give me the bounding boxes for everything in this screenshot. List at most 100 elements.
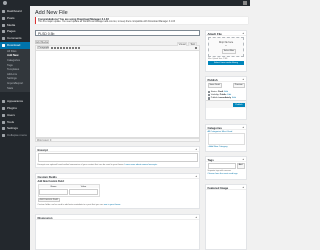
file-drop-zone[interactable]: Drop file here or Select Files bbox=[208, 37, 244, 57]
bold-icon[interactable] bbox=[51, 47, 53, 49]
edit-status-link[interactable]: Edit bbox=[224, 91, 228, 93]
key-icon bbox=[207, 90, 210, 93]
menu-appearance[interactable]: Appearance bbox=[0, 98, 30, 105]
toggle-arrow-icon[interactable]: ▲ bbox=[242, 78, 244, 81]
toggle-arrow-icon[interactable]: ▲ bbox=[195, 216, 197, 219]
column-header-name: Name bbox=[50, 185, 57, 188]
custom-fields-table: Name Value bbox=[37, 184, 100, 197]
attach-file-box: Attach File ▲ Drop file here or Select Fi… bbox=[205, 30, 247, 72]
edit-date-link[interactable]: Edit bbox=[232, 97, 236, 99]
excerpt-box: Excerpt ▲ Excerpts are optional hand-craf… bbox=[35, 146, 200, 168]
toggle-arrow-icon[interactable]: ▲ bbox=[242, 186, 244, 189]
toolbar-toggle-icon[interactable] bbox=[78, 47, 80, 49]
custom-field-value-input[interactable] bbox=[68, 188, 98, 195]
menu-media[interactable]: Media bbox=[0, 22, 30, 29]
custom-fields-box: Custom Fields ▲ Add New Custom Field: Nam… bbox=[35, 173, 200, 209]
custom-fields-link[interactable]: use in your theme. bbox=[104, 204, 121, 206]
toggle-arrow-icon[interactable]: ▲ bbox=[242, 32, 244, 35]
page-icon bbox=[2, 30, 5, 34]
discussion-heading[interactable]: Discussion ▲ bbox=[36, 215, 199, 220]
download-icon bbox=[2, 43, 5, 47]
tags-heading[interactable]: Tags ▲ bbox=[206, 157, 246, 162]
admin-notice: Congratulations! You are using Download … bbox=[35, 17, 248, 24]
excerpt-textarea[interactable] bbox=[37, 153, 198, 162]
select-files-button[interactable]: Select Files bbox=[222, 48, 236, 54]
link-icon[interactable] bbox=[75, 47, 77, 49]
excerpt-heading[interactable]: Excerpt ▲ bbox=[36, 147, 199, 152]
align-left-icon[interactable] bbox=[66, 47, 68, 49]
categories-heading[interactable]: Categories ▲ bbox=[206, 125, 246, 130]
tags-input[interactable] bbox=[207, 163, 236, 169]
menu-pages[interactable]: Pages bbox=[0, 28, 30, 35]
bullet-list-icon[interactable] bbox=[57, 47, 59, 49]
main-content: Add New File Congratulations! You are us… bbox=[30, 6, 250, 250]
toggle-arrow-icon[interactable]: ▲ bbox=[195, 148, 197, 151]
menu-collapse[interactable]: Collapse menu bbox=[0, 132, 30, 139]
content-editor[interactable]: Visual Text Paragraph bbox=[35, 42, 200, 138]
editor-status-bar: Word count: 0 bbox=[35, 138, 200, 142]
quote-icon[interactable] bbox=[63, 47, 65, 49]
menu-plugins[interactable]: Plugins bbox=[0, 105, 30, 112]
or-text: or bbox=[225, 45, 227, 47]
excerpt-description: Excerpts are optional hand-crafted summa… bbox=[37, 163, 158, 166]
add-new-category-link[interactable]: + Add New Category bbox=[206, 145, 246, 149]
add-custom-field-button[interactable]: Add Custom Field bbox=[37, 197, 60, 203]
preview-button[interactable]: Preview bbox=[232, 83, 245, 88]
tab-all-categories[interactable]: All Categories bbox=[208, 131, 222, 133]
collapse-icon bbox=[2, 134, 5, 138]
settings-icon bbox=[2, 127, 5, 131]
wordpress-logo-icon[interactable] bbox=[3, 1, 7, 5]
users-icon bbox=[2, 113, 5, 117]
attach-file-heading[interactable]: Attach File ▲ bbox=[206, 31, 246, 36]
plugin-icon bbox=[2, 106, 5, 110]
tags-box: Tags ▲ Add Separate tags with commas Choo… bbox=[205, 156, 247, 180]
max-upload-size: Max. Upload Size: 2 MB bbox=[208, 58, 228, 60]
align-right-icon[interactable] bbox=[72, 47, 74, 49]
menu-dashboard[interactable]: Dashboard bbox=[0, 8, 30, 15]
discussion-box: Discussion ▲ bbox=[35, 214, 200, 250]
comment-icon bbox=[2, 37, 5, 41]
select-from-library-button[interactable]: Select from media library bbox=[208, 61, 244, 65]
save-draft-button[interactable]: Save Draft bbox=[207, 83, 222, 88]
custom-field-name-input[interactable] bbox=[39, 188, 69, 195]
title-input[interactable]: PLSD 0.5b bbox=[35, 30, 200, 36]
publish-button[interactable]: Publish bbox=[233, 102, 245, 107]
tools-icon bbox=[2, 120, 5, 124]
submenu-stats[interactable]: Stats bbox=[0, 87, 30, 92]
custom-fields-description: Custom fields can be used to add extra m… bbox=[37, 203, 121, 206]
publish-actions: Publish bbox=[206, 100, 246, 109]
pin-icon bbox=[2, 16, 5, 20]
menu-download[interactable]: Download bbox=[0, 41, 30, 49]
toggle-arrow-icon[interactable]: ▲ bbox=[242, 158, 244, 161]
download-submenu: All Files Add New Categories Tags Templa… bbox=[0, 48, 30, 93]
toggle-arrow-icon[interactable]: ▲ bbox=[242, 126, 244, 129]
featured-image-heading[interactable]: Featured Image ▲ bbox=[206, 185, 246, 190]
menu-settings[interactable]: Settings bbox=[0, 125, 30, 132]
align-center-icon[interactable] bbox=[69, 47, 71, 49]
add-media-button[interactable]: Add Media bbox=[35, 40, 49, 44]
numbered-list-icon[interactable] bbox=[60, 47, 62, 49]
admin-sidebar: Dashboard Posts Media Pages Comments Dow… bbox=[0, 6, 30, 250]
fullscreen-icon[interactable] bbox=[195, 47, 197, 49]
edit-visibility-link[interactable]: Edit bbox=[227, 94, 231, 96]
menu-comments[interactable]: Comments bbox=[0, 35, 30, 42]
format-select[interactable]: Paragraph bbox=[37, 46, 49, 50]
italic-icon[interactable] bbox=[54, 47, 56, 49]
tab-most-used[interactable]: Most Used bbox=[222, 131, 232, 133]
publish-box: Publish ▲ Save Draft Preview Status: Draf… bbox=[205, 76, 247, 120]
excerpt-learn-more-link[interactable]: Learn more about manual excerpts. bbox=[125, 164, 158, 166]
toggle-arrow-icon[interactable]: ▲ bbox=[195, 175, 197, 178]
brush-icon bbox=[2, 100, 5, 104]
categories-box: Categories ▲ All Categories Most Used + A… bbox=[205, 124, 247, 152]
add-tag-button[interactable]: Add bbox=[236, 163, 245, 169]
choose-tags-link[interactable]: Choose from the most used tags bbox=[206, 173, 246, 176]
menu-users[interactable]: Users bbox=[0, 112, 30, 119]
menu-tools[interactable]: Tools bbox=[0, 119, 30, 126]
media-icon bbox=[2, 23, 5, 27]
custom-fields-heading[interactable]: Custom Fields ▲ bbox=[36, 174, 199, 179]
category-checklist bbox=[207, 133, 245, 146]
user-avatar-icon[interactable] bbox=[243, 1, 247, 5]
featured-image-box: Featured Image ▲ bbox=[205, 184, 247, 250]
dashboard-icon bbox=[2, 10, 5, 13]
menu-posts[interactable]: Posts bbox=[0, 15, 30, 22]
